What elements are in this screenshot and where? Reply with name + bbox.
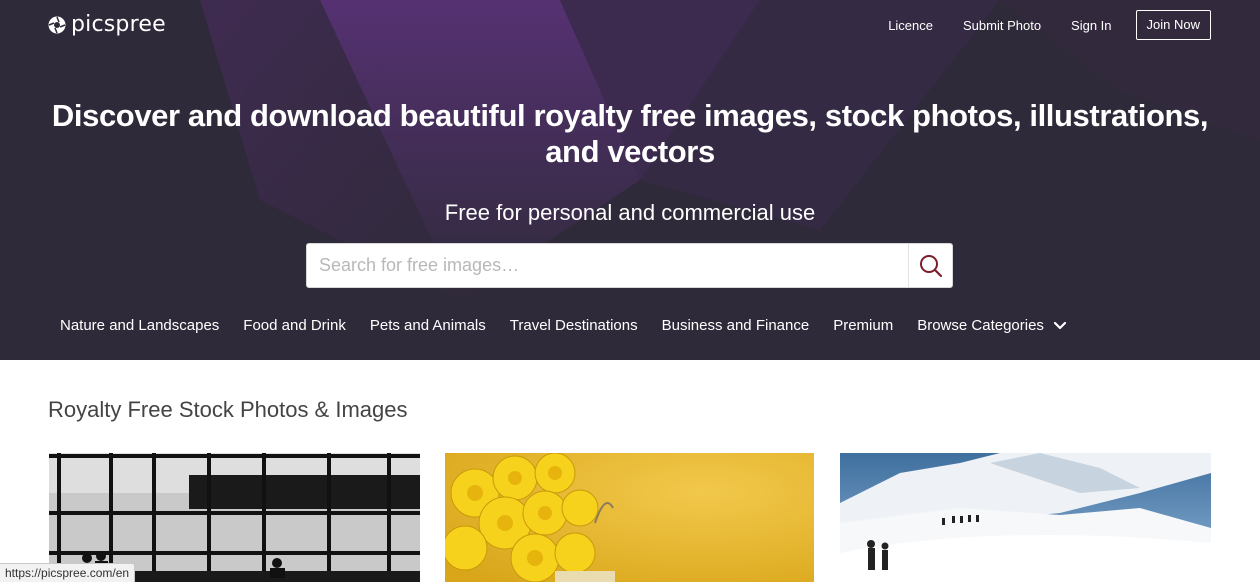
- hero-headline-line1: Discover and download beautiful royalty …: [51, 98, 1209, 133]
- category-travel-destinations[interactable]: Travel Destinations: [510, 315, 638, 337]
- search-input[interactable]: [307, 244, 908, 287]
- search-bar: [306, 243, 953, 288]
- hero-banner: picspree Licence Submit Photo Sign In Jo…: [0, 0, 1260, 360]
- hero-subline: Free for personal and commercial use: [444, 200, 816, 225]
- gallery-title: Royalty Free Stock Photos & Images: [48, 397, 408, 422]
- hero-background: [0, 0, 1260, 360]
- hero-headline: Discover and download beautiful royalty …: [0, 98, 1260, 170]
- category-nav: Nature and Landscapes Food and Drink Pet…: [60, 315, 1067, 337]
- brand-logo[interactable]: picspree: [48, 12, 166, 37]
- sign-in-link[interactable]: Sign In: [1071, 11, 1111, 40]
- status-bar-url: https://picspree.com/en: [0, 563, 136, 582]
- top-navigation: picspree Licence Submit Photo Sign In Jo…: [0, 0, 1260, 50]
- licence-link[interactable]: Licence: [888, 11, 933, 40]
- search-button[interactable]: [908, 244, 952, 287]
- category-food-drink[interactable]: Food and Drink: [243, 315, 346, 337]
- photo-card-flowers[interactable]: [445, 453, 814, 582]
- brand-name: picspree: [71, 12, 166, 37]
- snow-mountain-hikers-photo: [840, 453, 1211, 582]
- category-premium[interactable]: Premium: [833, 315, 893, 337]
- photo-card-mountains[interactable]: [840, 453, 1211, 582]
- yellow-flowers-photo: [445, 453, 814, 582]
- camera-aperture-icon: [48, 16, 66, 33]
- browse-categories-label: Browse Categories: [917, 317, 1044, 334]
- category-business-finance[interactable]: Business and Finance: [662, 315, 810, 337]
- browse-categories-dropdown[interactable]: Browse Categories: [917, 315, 1067, 337]
- join-now-button[interactable]: Join Now: [1135, 10, 1211, 40]
- submit-photo-link[interactable]: Submit Photo: [963, 11, 1041, 40]
- header-nav: Licence Submit Photo Sign In Join Now: [858, 10, 1211, 40]
- category-nature-landscapes[interactable]: Nature and Landscapes: [60, 315, 219, 337]
- hero-headline-line2: and vectors: [545, 134, 715, 169]
- search-icon: [919, 254, 942, 277]
- chevron-down-icon: [1053, 321, 1067, 330]
- category-pets-animals[interactable]: Pets and Animals: [370, 315, 486, 337]
